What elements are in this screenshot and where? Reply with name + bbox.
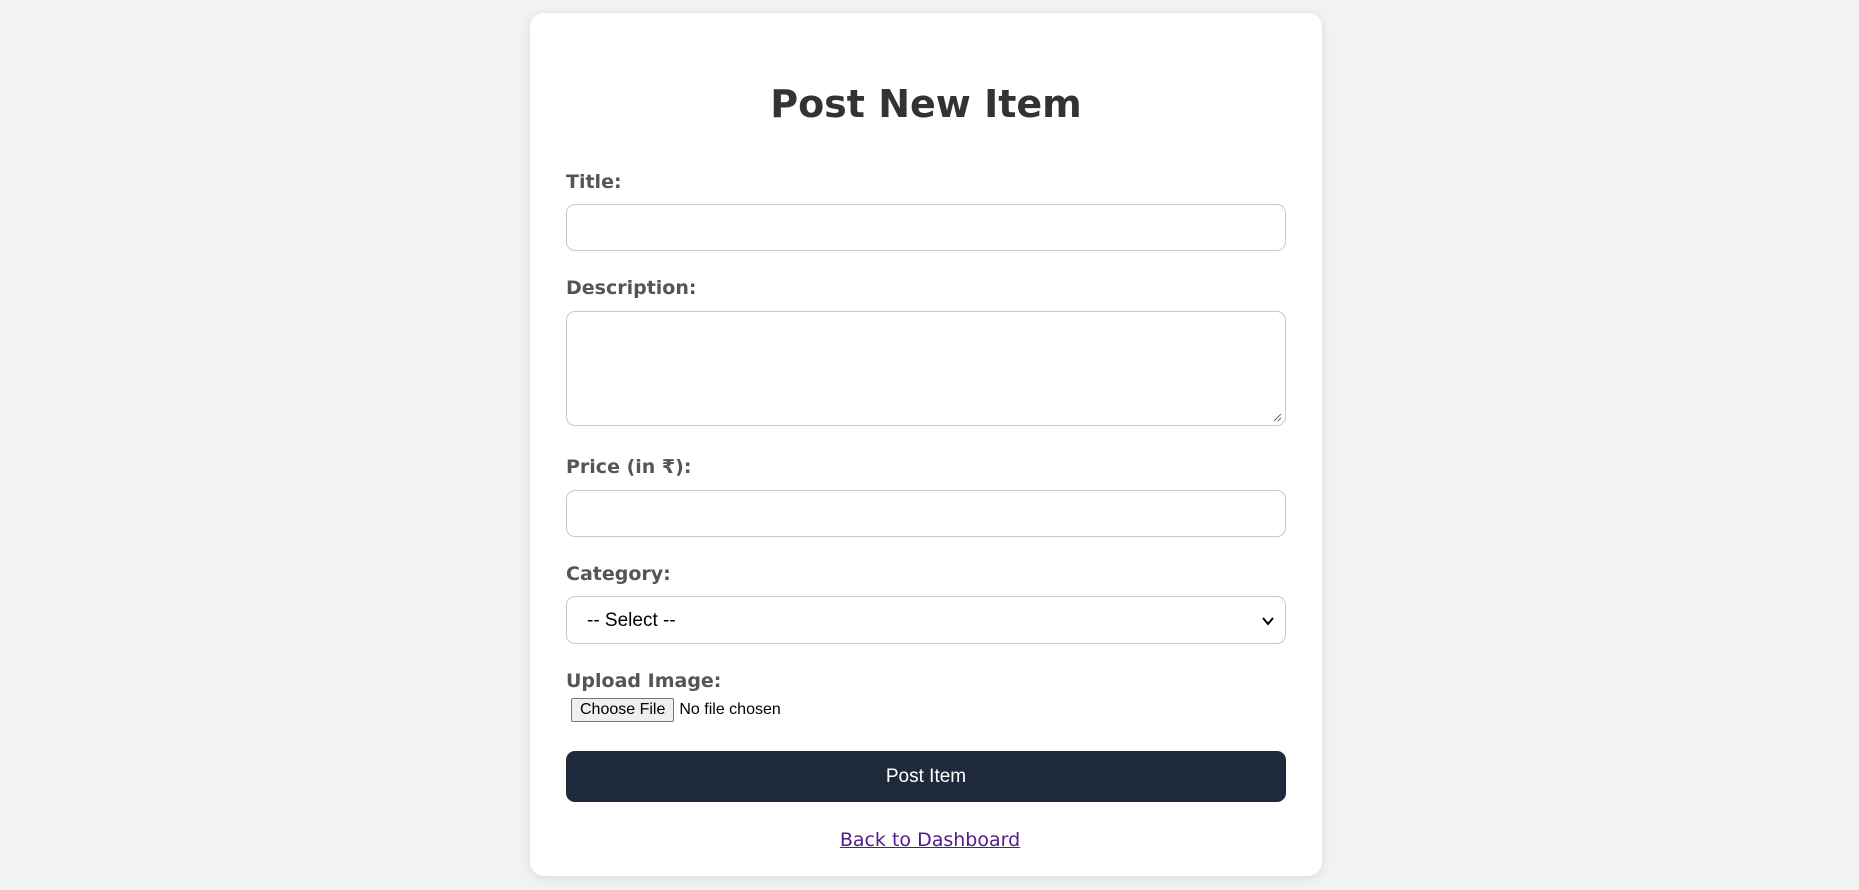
- title-input[interactable]: [566, 204, 1286, 251]
- category-select[interactable]: -- Select --: [566, 596, 1286, 644]
- file-status-text: No file chosen: [679, 701, 781, 718]
- description-wrapper: [530, 311, 1322, 426]
- description-textarea[interactable]: [566, 311, 1286, 426]
- price-label: Price (in ₹):: [566, 456, 692, 478]
- back-to-dashboard-link[interactable]: Back to Dashboard: [530, 828, 1330, 852]
- choose-file-button[interactable]: Choose File: [571, 698, 675, 722]
- category-selected-value: -- Select --: [587, 610, 676, 631]
- title-label: Title:: [566, 171, 622, 193]
- post-item-button[interactable]: Post Item: [566, 751, 1286, 802]
- description-label: Description:: [566, 277, 697, 299]
- file-upload-control: Choose File No file chosen: [571, 697, 781, 723]
- page-title: Post New Item: [770, 82, 1082, 126]
- upload-image-label: Upload Image:: [566, 670, 722, 692]
- resize-grip-icon[interactable]: [1272, 412, 1282, 422]
- category-label: Category:: [566, 563, 671, 585]
- post-item-card: Post New Item Title: Description: Price …: [530, 13, 1322, 876]
- price-input[interactable]: [566, 490, 1286, 537]
- chevron-down-icon: [1262, 617, 1274, 626]
